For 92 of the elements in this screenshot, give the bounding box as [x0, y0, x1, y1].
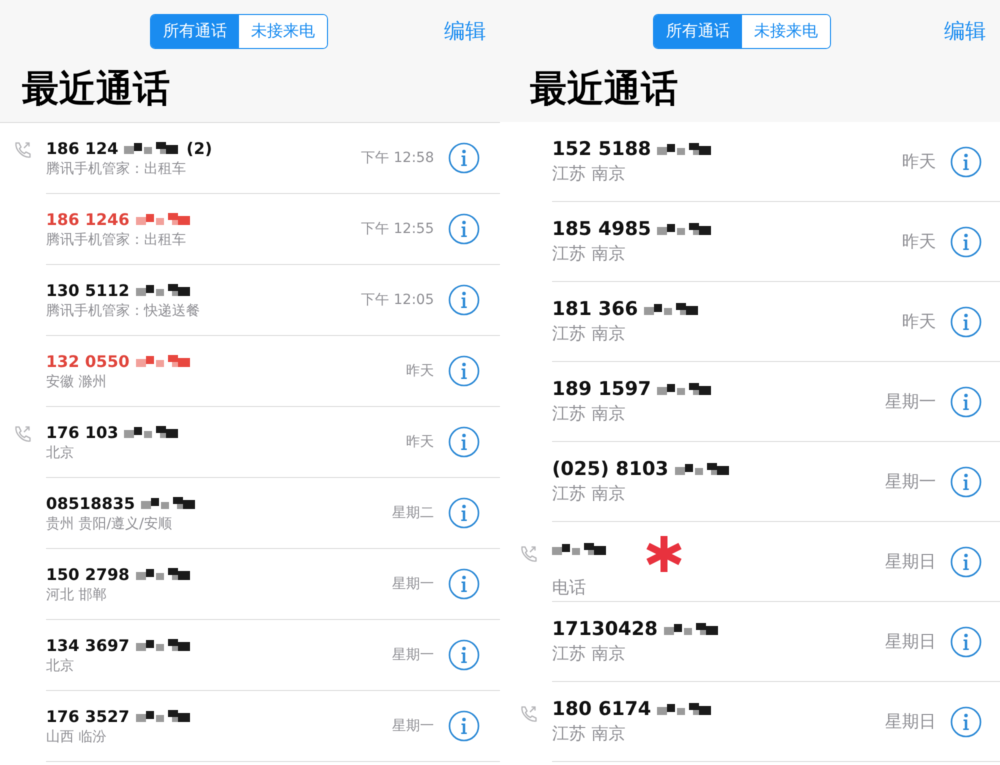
- call-time: 星期一: [885, 471, 936, 493]
- info-icon: [950, 386, 982, 418]
- info-button[interactable]: [448, 355, 480, 387]
- info-icon: [448, 142, 480, 174]
- info-button[interactable]: [448, 142, 480, 174]
- phone-number: 150 2798: [46, 564, 130, 584]
- filter-tab[interactable]: 所有通话: [151, 14, 239, 48]
- caller-location: 山西 临汾: [46, 728, 108, 746]
- phone-number: 176 3527: [46, 706, 130, 726]
- page-title: 最近通话: [529, 66, 679, 112]
- info-button[interactable]: [950, 466, 982, 498]
- call-time: 下午 12:58: [361, 149, 434, 167]
- info-icon: [950, 306, 982, 338]
- filter-tab[interactable]: 未接来电: [742, 14, 830, 48]
- info-button[interactable]: [950, 146, 982, 178]
- info-button[interactable]: [950, 386, 982, 418]
- caller-location: 腾讯手机管家：快递送餐: [46, 302, 201, 320]
- info-button[interactable]: [448, 426, 480, 458]
- phone-number: 181 366: [552, 298, 638, 320]
- info-icon: [448, 497, 480, 529]
- phone-number: 186 1246: [46, 210, 130, 228]
- call-time: 星期日: [885, 631, 936, 653]
- phone-number: 186 124: [46, 138, 118, 158]
- caller-location: 电话: [552, 577, 587, 599]
- filter-tab[interactable]: 未接来电: [239, 14, 327, 48]
- info-icon: [448, 639, 480, 671]
- call-time: 星期一: [392, 646, 434, 664]
- caller-location: 河北 邯郸: [46, 586, 108, 604]
- edit-button[interactable]: 编辑: [944, 17, 986, 45]
- info-button[interactable]: [448, 497, 480, 529]
- info-button[interactable]: [950, 546, 982, 578]
- info-icon: [950, 706, 982, 738]
- caller-location: 贵州 贵阳/遵义/安顺: [46, 514, 173, 532]
- call-time: 星期日: [885, 551, 936, 573]
- phone-number: 130 5112: [46, 280, 130, 300]
- caller-location: 江苏 南京: [552, 643, 626, 665]
- phone-number: 08518835: [46, 494, 136, 512]
- call-time: 下午 12:05: [361, 291, 434, 309]
- call-time: 星期日: [885, 711, 936, 733]
- caller-location: 北京: [46, 444, 75, 462]
- phone-number: 17130428: [552, 618, 658, 640]
- caller-location: 安徽 滁州: [46, 372, 108, 390]
- info-icon: [448, 426, 480, 458]
- caller-location: 腾讯手机管家：出租车: [46, 230, 187, 248]
- info-button[interactable]: [448, 284, 480, 316]
- phone-number: 189 1597: [552, 378, 652, 400]
- info-icon: [950, 546, 982, 578]
- phone-number: (025) 8103: [552, 458, 669, 480]
- info-button[interactable]: [448, 213, 480, 245]
- filter-tab[interactable]: 所有通话: [654, 14, 742, 48]
- info-button[interactable]: [950, 706, 982, 738]
- caller-location: 江苏 南京: [552, 723, 626, 745]
- phone-number: 152 5188: [552, 138, 652, 160]
- caller-location: 腾讯手机管家：出租车: [46, 160, 187, 178]
- caller-location: 江苏 南京: [552, 483, 626, 505]
- info-icon: [448, 284, 480, 316]
- info-button[interactable]: [448, 639, 480, 671]
- call-time: 昨天: [406, 433, 434, 451]
- info-icon: [950, 226, 982, 258]
- call-time: 昨天: [902, 231, 936, 253]
- call-time: 下午 12:55: [361, 220, 434, 238]
- call-time: 昨天: [902, 151, 936, 173]
- call-time: 星期一: [885, 391, 936, 413]
- info-button[interactable]: [950, 226, 982, 258]
- info-button[interactable]: [950, 306, 982, 338]
- info-icon: [448, 355, 480, 387]
- call-time: 昨天: [406, 362, 434, 380]
- info-icon: [448, 213, 480, 245]
- info-icon: [950, 146, 982, 178]
- caller-location: 北京: [46, 656, 75, 674]
- phone-number: 134 3697: [46, 636, 130, 654]
- info-button[interactable]: [950, 626, 982, 658]
- call-count: (2): [186, 138, 212, 158]
- call-time: 星期二: [392, 504, 434, 522]
- phone-number: 185 4985: [552, 218, 652, 240]
- call-time: 昨天: [902, 311, 936, 333]
- info-button[interactable]: [448, 710, 480, 742]
- phone-number: 180 6174: [552, 698, 652, 720]
- edit-button[interactable]: 编辑: [444, 17, 486, 45]
- info-icon: [950, 626, 982, 658]
- phone-number: 132 0550: [46, 352, 130, 370]
- info-icon: [448, 568, 480, 600]
- caller-location: 江苏 南京: [552, 323, 626, 345]
- phone-number: 176 103: [46, 422, 118, 442]
- info-icon: [950, 466, 982, 498]
- caller-location: 江苏 南京: [552, 163, 626, 185]
- call-time: 星期一: [392, 717, 434, 735]
- info-button[interactable]: [448, 568, 480, 600]
- caller-location: 江苏 南京: [552, 243, 626, 265]
- info-icon: [448, 710, 480, 742]
- caller-location: 江苏 南京: [552, 403, 626, 425]
- call-time: 星期一: [392, 575, 434, 593]
